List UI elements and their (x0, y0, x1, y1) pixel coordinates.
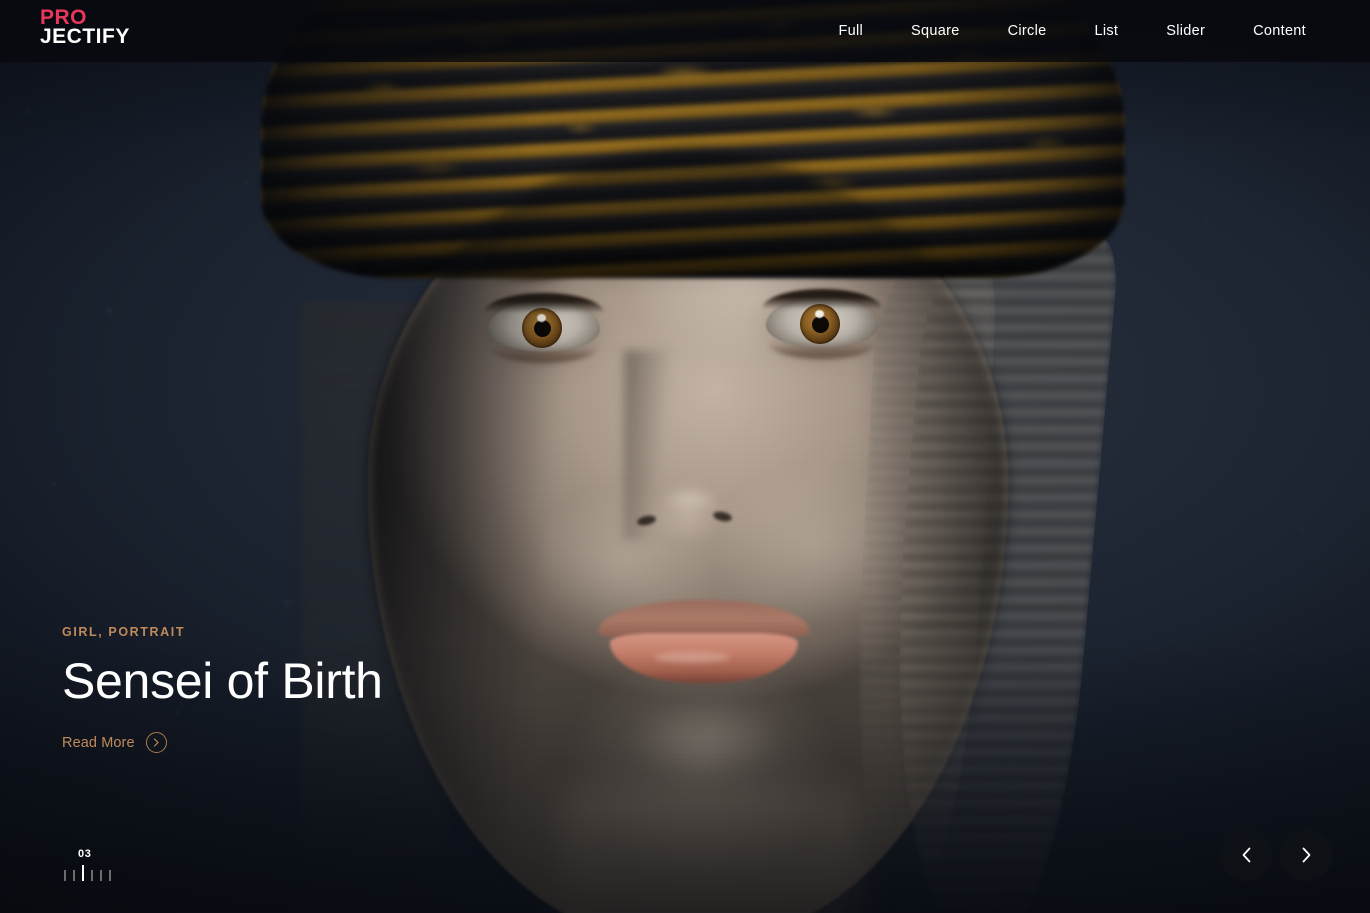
slide-tick-track (64, 865, 111, 881)
chevron-right-icon-nav (1301, 847, 1312, 863)
nav-item-slider[interactable]: Slider (1142, 0, 1229, 62)
next-slide-button[interactable] (1280, 829, 1332, 881)
slide-background-photo (0, 0, 1370, 913)
nav-item-content[interactable]: Content (1229, 0, 1330, 62)
nav-item-square[interactable]: Square (887, 0, 984, 62)
prev-slide-button[interactable] (1220, 829, 1272, 881)
nav-item-full[interactable]: Full (814, 0, 887, 62)
slider-controls (1220, 829, 1332, 881)
slide-tick-6[interactable] (109, 870, 111, 881)
logo-text-jectify: JECTIFY (40, 25, 130, 49)
slide-tick-3[interactable] (82, 865, 84, 881)
slide-counter: 03 (64, 848, 111, 881)
nav-item-list[interactable]: List (1070, 0, 1142, 62)
read-more-label: Read More (62, 734, 135, 751)
slide-title: Sensei of Birth (62, 653, 383, 709)
site-logo[interactable]: PRO JECTIFY (40, 7, 130, 49)
chevron-left-icon (1241, 847, 1252, 863)
slide-counter-number: 03 (78, 848, 92, 860)
site-header: PRO JECTIFY Full Square Circle List Slid… (0, 0, 1370, 62)
slide-tick-5[interactable] (100, 870, 102, 881)
main-navigation: Full Square Circle List Slider Content (814, 0, 1330, 62)
slide-category: GIRL, PORTRAIT (62, 625, 186, 639)
slide-tick-1[interactable] (64, 870, 66, 881)
slider-stage: PRO JECTIFY Full Square Circle List Slid… (0, 0, 1370, 913)
slide-tick-2[interactable] (73, 870, 75, 881)
photo-grain (0, 0, 1370, 913)
chevron-right-icon (145, 732, 167, 753)
nav-item-circle[interactable]: Circle (984, 0, 1071, 62)
read-more-link[interactable]: Read More (62, 732, 167, 753)
slide-tick-4[interactable] (91, 870, 93, 881)
slide-caption: GIRL, PORTRAIT Sensei of Birth Read More (62, 625, 383, 753)
